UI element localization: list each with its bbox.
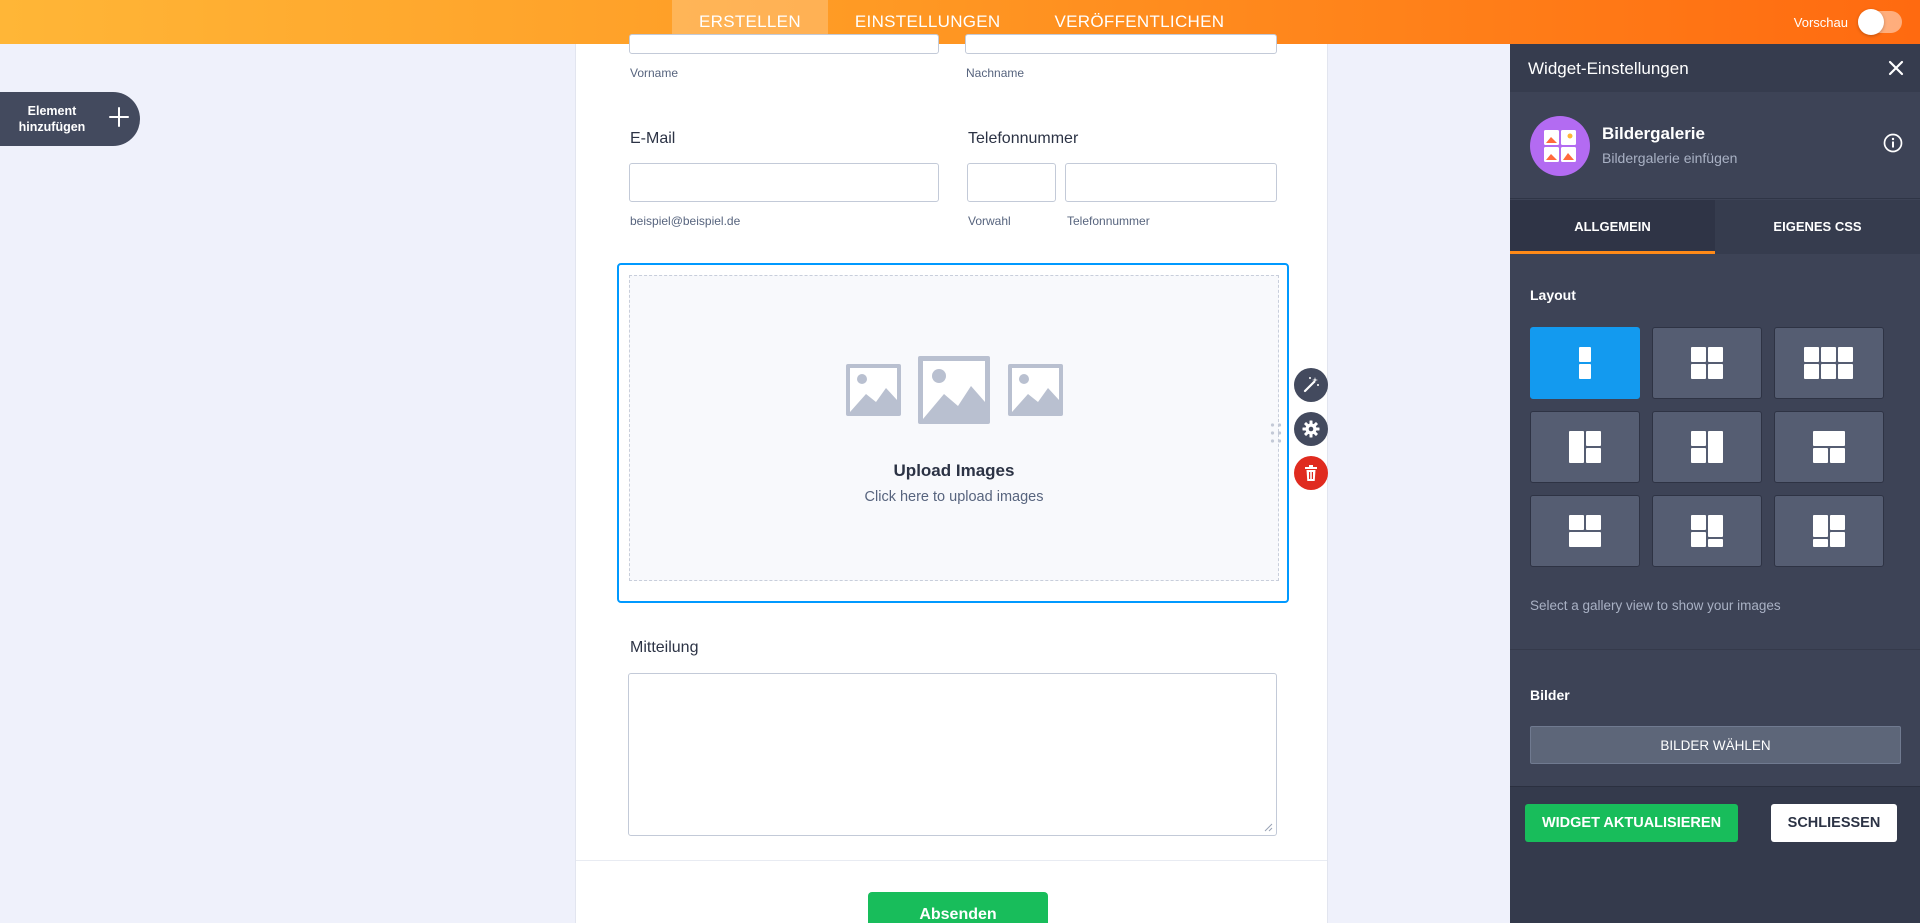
layout-mosaic-right-icon [1813,515,1845,547]
preview-label: Vorschau [1793,14,1848,30]
form-canvas: Vorname Nachname E-Mail beispiel@beispie… [575,34,1328,923]
widget-description: Bildergalerie einfügen [1602,150,1738,166]
layout-option-single-column[interactable] [1530,327,1640,399]
widget-info: Bildergalerie Bildergalerie einfügen [1510,92,1920,199]
upload-images-title: Upload Images [893,461,1015,480]
first-name-sublabel: Vorname [630,66,679,80]
delete-button[interactable] [1294,456,1328,490]
panel-header: Widget-Einstellungen [1510,44,1920,92]
layout-tall-left-icon [1569,431,1601,463]
gear-icon [1302,420,1320,438]
close-icon[interactable] [1882,54,1910,82]
settings-button[interactable] [1294,412,1328,446]
add-element-label: Element hinzufügen [0,103,104,135]
layout-option-wide-top[interactable] [1774,411,1884,483]
layout-mosaic-left-icon [1691,515,1723,547]
tab-eigenes-css[interactable]: EIGENES CSS [1715,200,1920,254]
settings-tabs: ALLGEMEIN EIGENES CSS [1510,200,1920,254]
trash-icon [1305,465,1317,481]
phone-area-code-input[interactable] [967,163,1056,202]
widget-name: Bildergalerie [1602,124,1705,143]
layout-option-mosaic-right[interactable] [1774,495,1884,567]
update-widget-button[interactable]: WIDGET AKTUALISIEREN [1525,804,1738,842]
drag-handle-icon[interactable] [1270,422,1282,444]
panel-footer: WIDGET AKTUALISIEREN SCHLIESSEN [1510,786,1920,923]
layout-option-mosaic-left[interactable] [1652,495,1762,567]
plus-icon [104,104,134,134]
last-name-input[interactable] [965,34,1277,54]
panel-title: Widget-Einstellungen [1528,59,1689,78]
layout-option-tall-left[interactable] [1530,411,1640,483]
layout-single-icon [1579,347,1591,379]
gallery-widget-icon [1530,116,1590,176]
image-placeholder-icon [846,356,1066,426]
magic-wand-button[interactable] [1294,368,1328,402]
message-textarea[interactable] [628,673,1277,836]
image-gallery-widget[interactable]: Upload Images Click here to upload image… [617,263,1289,603]
layout-grid-2x2-icon [1691,347,1723,379]
submit-button[interactable]: Absenden [868,892,1048,923]
layout-option-grid-2x2[interactable] [1652,327,1762,399]
email-sublabel: beispiel@beispiel.de [630,214,741,228]
phone-area-code-sublabel: Vorwahl [968,214,1011,228]
preview-toggle[interactable] [1858,9,1902,35]
layout-option-tall-right[interactable] [1652,411,1762,483]
toggle-knob [1858,9,1884,35]
layout-tall-right-icon [1691,431,1723,463]
top-navigation-bar: ERSTELLEN EINSTELLUNGEN VERÖFFENTLICHEN … [0,0,1920,44]
add-element-label-line1: Element [27,104,77,118]
upload-images-subtitle: Click here to upload images [864,489,1044,505]
phone-number-sublabel: Telefonnummer [1067,214,1150,228]
info-icon[interactable] [1882,132,1904,154]
preview-control: Vorschau [1794,0,1902,44]
tab-allgemein[interactable]: ALLGEMEIN [1510,200,1715,254]
layout-section-label: Layout [1530,287,1576,303]
images-section-label: Bilder [1530,687,1570,703]
upload-images-dropzone[interactable]: Upload Images Click here to upload image… [629,275,1279,581]
email-field[interactable] [629,163,939,202]
layout-wide-bottom-icon [1569,515,1601,547]
widget-settings-panel: Widget-Einstellungen Bildergalerie Bilde… [1510,44,1920,923]
layout-hint: Select a gallery view to show your image… [1530,598,1781,613]
magic-wand-icon [1303,377,1319,393]
add-element-button[interactable]: Element hinzufügen [0,92,140,146]
email-label: E-Mail [630,130,676,147]
message-label: Mitteilung [630,639,699,656]
add-element-label-line2: hinzufügen [18,120,86,134]
first-name-input[interactable] [629,34,939,54]
phone-number-input[interactable] [1065,163,1277,202]
close-panel-button[interactable]: SCHLIESSEN [1771,804,1897,842]
resize-grip-icon[interactable] [1264,823,1273,832]
layout-option-grid-3x2[interactable] [1774,327,1884,399]
phone-label: Telefonnummer [968,130,1079,147]
layout-option-wide-bottom[interactable] [1530,495,1640,567]
section-divider [1510,649,1920,650]
choose-images-button[interactable]: BILDER WÄHLEN [1530,726,1901,764]
layout-wide-top-icon [1813,431,1845,463]
last-name-sublabel: Nachname [966,66,1025,80]
layout-grid-3x2-icon [1804,347,1853,379]
form-divider [576,860,1327,861]
